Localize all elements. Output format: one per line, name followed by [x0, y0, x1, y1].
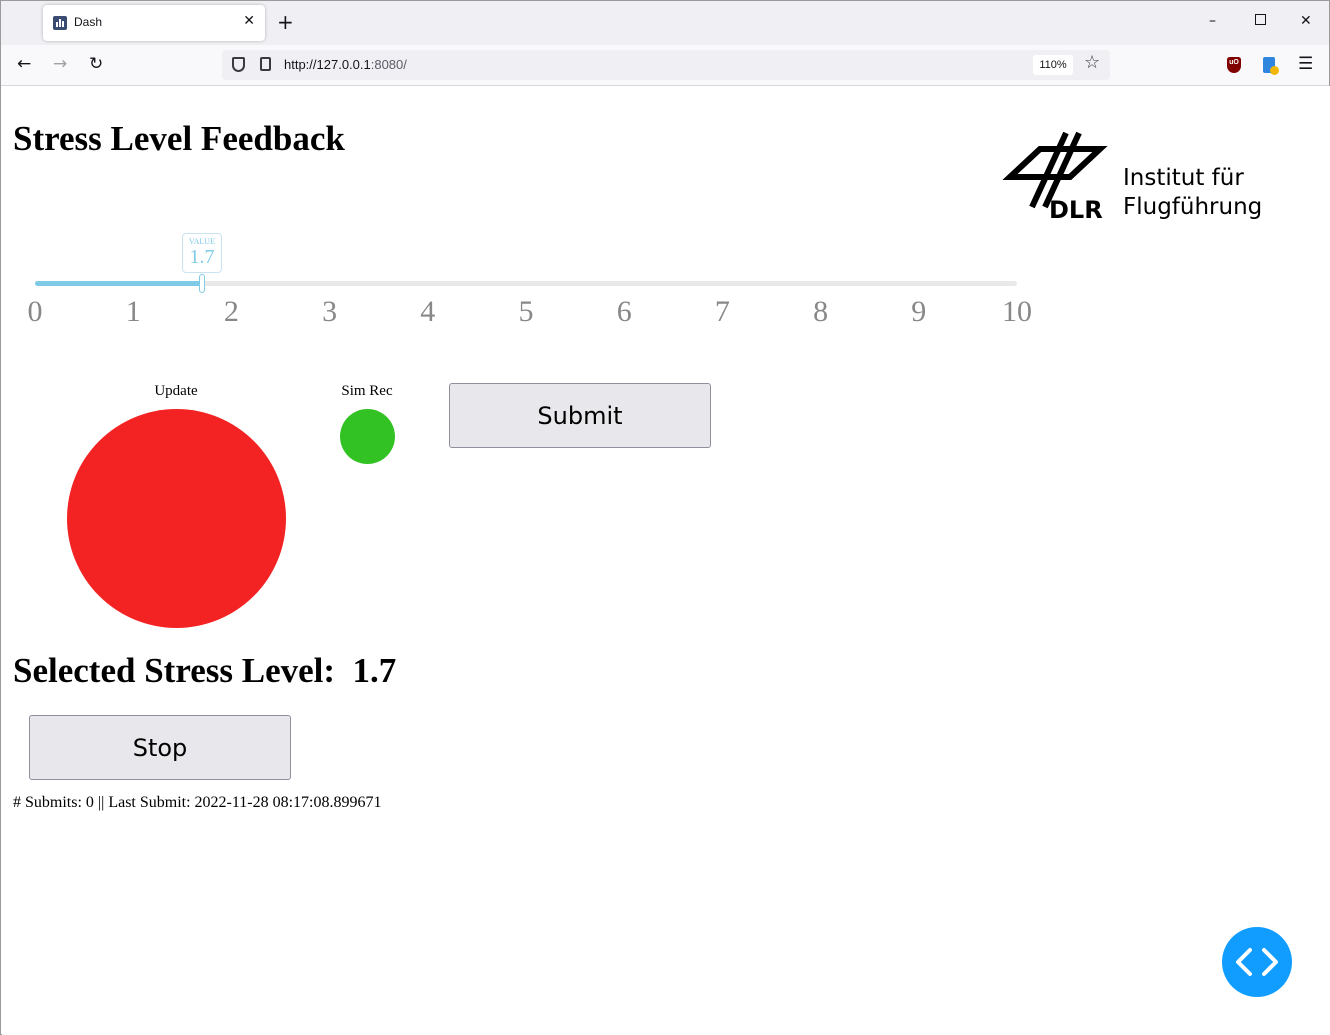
slider-tick-label[interactable]: 6: [604, 294, 644, 330]
zoom-level-badge[interactable]: 110%: [1033, 55, 1073, 75]
dlr-logo: DLR Institut für Flugführung: [995, 131, 1270, 226]
slider-tick-label[interactable]: 0: [15, 294, 55, 330]
logo-institute-name: Institut für Flugführung: [1123, 164, 1262, 222]
tab-title: Dash: [74, 15, 103, 29]
logo-line-1: Institut für: [1123, 165, 1244, 191]
slider-tick-label[interactable]: 10: [997, 294, 1037, 330]
dash-favicon-icon: [53, 16, 67, 30]
submit-button[interactable]: Submit: [449, 383, 711, 448]
tooltip-value: 1.7: [189, 246, 215, 268]
slider-tick-label[interactable]: 8: [801, 294, 841, 330]
tracking-shield-icon[interactable]: [232, 57, 245, 72]
sim-rec-label: Sim Rec: [341, 383, 393, 399]
stop-button[interactable]: Stop: [29, 715, 291, 780]
update-indicator: [67, 409, 286, 628]
url-text[interactable]: http://127.0.0.1:8080/: [284, 57, 407, 72]
document-extension-icon[interactable]: [1263, 57, 1279, 75]
page-title: Stress Level Feedback: [13, 119, 345, 158]
stress-level-slider[interactable]: VALUE 1.7 0 1 2 3 4 5 6 7 8 9 10: [28, 231, 1037, 331]
selected-stress-level: Selected Stress Level: 1.7: [13, 651, 396, 691]
ublock-extension-icon[interactable]: uO: [1227, 57, 1241, 73]
bookmark-star-icon[interactable]: ☆: [1084, 52, 1100, 73]
slider-handle[interactable]: [198, 274, 205, 293]
selected-label: Selected Stress Level:: [13, 651, 336, 690]
new-tab-icon[interactable]: +: [277, 10, 294, 34]
minimize-icon[interactable]: –: [1209, 13, 1216, 29]
submit-status-text: # Submits: 0 || Last Submit: 2022-11-28 …: [13, 794, 382, 811]
slider-tick-label[interactable]: 9: [899, 294, 939, 330]
slider-tick-label[interactable]: 7: [702, 294, 742, 330]
tab-strip: Dash ✕ + – ✕: [1, 1, 1329, 45]
code-chevrons-icon: [1236, 948, 1278, 976]
slider-tick-label[interactable]: 2: [211, 294, 251, 330]
slider-tick-label[interactable]: 4: [408, 294, 448, 330]
slider-value-tooltip: VALUE 1.7: [181, 233, 222, 273]
dash-debug-menu-button[interactable]: [1222, 927, 1292, 997]
back-icon[interactable]: ←: [17, 54, 31, 74]
close-tab-icon[interactable]: ✕: [243, 13, 255, 29]
tooltip-label: VALUE: [188, 237, 215, 246]
slider-tick-label[interactable]: 3: [310, 294, 350, 330]
logo-line-2: Flugführung: [1123, 194, 1263, 220]
close-window-icon[interactable]: ✕: [1300, 13, 1312, 29]
sim-rec-indicator: [340, 409, 395, 464]
forward-icon[interactable]: →: [53, 54, 67, 74]
slider-track[interactable]: [35, 281, 202, 286]
url-bar[interactable]: http://127.0.0.1:8080/ 110% ☆: [222, 50, 1110, 80]
page-info-icon[interactable]: [260, 57, 271, 71]
tab-dash[interactable]: Dash ✕: [43, 5, 265, 41]
reload-icon[interactable]: ↻: [89, 54, 103, 74]
selected-value: 1.7: [352, 651, 397, 690]
dlr-mark-text: DLR: [1049, 196, 1103, 224]
update-label: Update: [154, 383, 198, 399]
slider-tick-label[interactable]: 1: [113, 294, 153, 330]
hamburger-menu-icon[interactable]: ☰: [1298, 54, 1313, 74]
navigation-bar: ← → ↻ http://127.0.0.1:8080/ 110% ☆ uO ☰: [1, 45, 1329, 86]
browser-window: Dash ✕ + – ✕ ← → ↻ http://127.0.0.1:8080…: [0, 0, 1330, 1035]
dash-page: Stress Level Feedback DLR Institut für F…: [2, 86, 1330, 1035]
dlr-mark-icon: DLR: [1002, 131, 1108, 224]
maximize-icon[interactable]: [1255, 14, 1266, 25]
slider-tick-label[interactable]: 5: [506, 294, 546, 330]
